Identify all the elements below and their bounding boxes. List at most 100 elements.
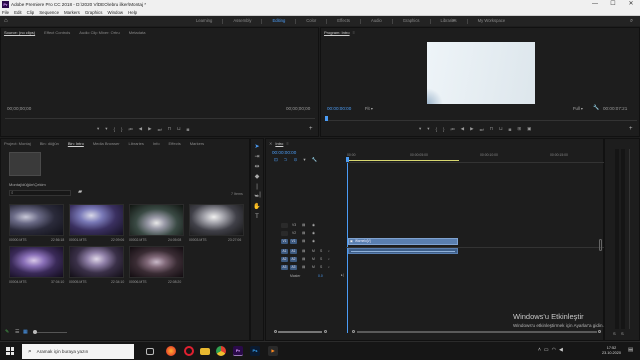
tab-bin-intro[interactable]: Bin: Intro <box>68 141 84 146</box>
step-forward-icon[interactable]: ⏭ <box>480 127 484 132</box>
track-target-v1[interactable]: V1 <box>290 239 297 244</box>
clip-thumbnail[interactable] <box>189 204 244 236</box>
overwrite-icon[interactable]: ⊔ <box>177 126 181 132</box>
pen-tool-icon[interactable]: ✒ <box>253 193 261 201</box>
track-source-patch-a1[interactable]: A1 <box>281 249 288 254</box>
file-explorer-icon[interactable] <box>200 348 210 355</box>
solo-toggle[interactable]: S <box>320 249 322 253</box>
mark-in-icon[interactable]: ▾ <box>97 126 99 132</box>
add-button-icon[interactable]: + <box>629 126 633 132</box>
firefox-icon[interactable] <box>166 346 176 356</box>
tab-libraries[interactable]: Libraries <box>129 141 144 146</box>
lock-icon[interactable]: ▤ <box>302 257 305 261</box>
clip-thumbnail[interactable] <box>69 204 124 236</box>
track-source-patch-a2[interactable]: A2 <box>281 257 288 262</box>
lock-icon[interactable]: ▤ <box>302 231 305 235</box>
maximize-button[interactable]: ☐ <box>604 0 622 9</box>
timeline-horizontal-scrollbar[interactable] <box>272 330 602 335</box>
icon-view-icon[interactable]: ▦ <box>23 329 28 335</box>
workspace-tab-editing[interactable]: Editing <box>262 16 295 26</box>
solo-toggle[interactable]: S <box>320 265 322 269</box>
workspace-tab-learning[interactable]: Learning <box>186 16 222 26</box>
slip-tool-icon[interactable]: |↔| <box>253 183 261 198</box>
insert-icon[interactable]: ⊓ <box>168 126 172 132</box>
master-volume-value[interactable]: 0.0 <box>318 274 323 278</box>
tab-source[interactable]: Source: (no clips) <box>4 30 35 35</box>
workspace-tab-color[interactable]: Color <box>296 16 326 26</box>
mute-toggle[interactable]: M <box>312 265 315 269</box>
menu-file[interactable]: File <box>2 10 9 15</box>
tab-effect-controls[interactable]: Effect Controls <box>44 30 70 35</box>
playhead-marker[interactable] <box>325 116 328 121</box>
taskbar-search-box[interactable]: ⌕ Aramak için buraya yazın <box>22 344 134 359</box>
go-to-in-icon[interactable]: { <box>436 127 438 132</box>
audio-clip[interactable] <box>348 248 458 254</box>
quality-dropdown[interactable]: Full ▾ <box>573 106 583 111</box>
tab-sequence-intro[interactable]: Intro <box>275 141 283 146</box>
workspace-tab-effects[interactable]: Effects <box>327 16 360 26</box>
network-icon[interactable]: ◠ <box>552 347 559 353</box>
eye-icon[interactable]: ◉ <box>312 239 315 243</box>
razor-tool-icon[interactable]: ◆ <box>253 173 261 181</box>
scroll-handle-left[interactable] <box>274 330 277 333</box>
opera-icon[interactable] <box>184 346 194 356</box>
scroll-handle-right[interactable] <box>324 330 327 333</box>
track-source-patch-a3[interactable]: A3 <box>281 265 288 270</box>
search-icon[interactable]: ⌕ <box>630 18 633 25</box>
step-back-icon[interactable]: ⏮ <box>451 127 455 132</box>
play-button-icon[interactable]: ▶ <box>470 126 473 132</box>
more-workspaces-button[interactable]: » <box>452 16 455 26</box>
media-player-icon[interactable]: ▶ <box>268 346 278 356</box>
microphone-icon[interactable]: ♪ <box>328 249 330 253</box>
play-button-icon[interactable]: ▶ <box>148 126 151 132</box>
search-input[interactable]: ⌕ <box>9 190 71 196</box>
premiere-taskbar-icon[interactable]: Pr <box>233 346 243 356</box>
ripple-edit-tool-icon[interactable]: ⇹ <box>253 163 261 171</box>
track-select-tool-icon[interactable]: ⇥ <box>253 153 261 161</box>
zoom-slider-handle[interactable] <box>33 330 37 334</box>
program-timecode[interactable]: 00:00:00:00 <box>327 106 351 111</box>
add-marker-icon[interactable]: ▾ <box>303 157 305 163</box>
mute-toggle[interactable]: M <box>312 249 315 253</box>
new-bin-icon[interactable]: ▰ <box>78 189 82 195</box>
tab-effects[interactable]: Effects <box>169 141 181 146</box>
eye-icon[interactable]: ◉ <box>312 231 315 235</box>
track-source-patch-v1[interactable]: V1 <box>281 239 288 244</box>
workspace-tab-audio[interactable]: Audio <box>361 16 392 26</box>
fit-dropdown[interactable]: Fit ▾ <box>365 106 373 111</box>
lift-icon[interactable]: ⊓ <box>490 126 494 132</box>
mark-out-icon[interactable]: ▾ <box>427 126 429 132</box>
taskbar-clock[interactable]: 17:52 23.10.2020 <box>602 346 621 356</box>
linked-selection-icon[interactable]: ⊙ <box>294 157 298 163</box>
clip-thumbnail[interactable] <box>9 246 64 278</box>
volume-icon[interactable]: ◀ <box>559 347 566 353</box>
clip-thumbnail[interactable] <box>9 204 64 236</box>
workspace-tab-my-workspace[interactable]: My Workspace <box>468 16 516 26</box>
home-icon[interactable]: ⌂ <box>4 18 10 24</box>
eye-icon[interactable]: ◉ <box>312 223 315 227</box>
snap-icon[interactable]: ⊃ <box>284 157 288 163</box>
track-target-toggle[interactable] <box>281 223 288 228</box>
chrome-icon[interactable] <box>216 346 226 356</box>
go-to-end-icon[interactable]: ▸| <box>341 273 344 277</box>
close-button[interactable]: ✕ <box>622 0 640 9</box>
solo-right-button[interactable]: S <box>621 331 624 336</box>
list-view-icon[interactable]: ☰ <box>15 329 19 335</box>
export-frame-icon[interactable]: ◙ <box>509 127 512 132</box>
microphone-icon[interactable]: ♪ <box>328 257 330 261</box>
tab-markers[interactable]: Markers <box>190 141 204 146</box>
selection-tool-icon[interactable]: ➤ <box>253 143 261 151</box>
scroll-handle-right[interactable] <box>598 330 601 333</box>
clip-thumbnail[interactable] <box>69 246 124 278</box>
track-target-toggle[interactable] <box>281 231 288 236</box>
tab-bin-dugun[interactable]: Bin: düğün <box>40 141 59 146</box>
nest-icon[interactable]: ⊡ <box>274 157 278 163</box>
video-clip[interactable]: ▣ Warnelo[V] <box>348 238 458 245</box>
extract-icon[interactable]: ⊔ <box>499 126 503 132</box>
add-button-icon[interactable]: + <box>309 126 313 132</box>
go-to-out-icon[interactable]: } <box>121 127 123 132</box>
time-ruler[interactable]: 00:00 00:00:05:00 00:00:10:00 00:00:15:0… <box>346 151 604 163</box>
menu-help[interactable]: Help <box>128 10 137 15</box>
step-forward-icon[interactable]: ⏭ <box>158 127 162 132</box>
windows-start-icon[interactable] <box>6 347 14 355</box>
